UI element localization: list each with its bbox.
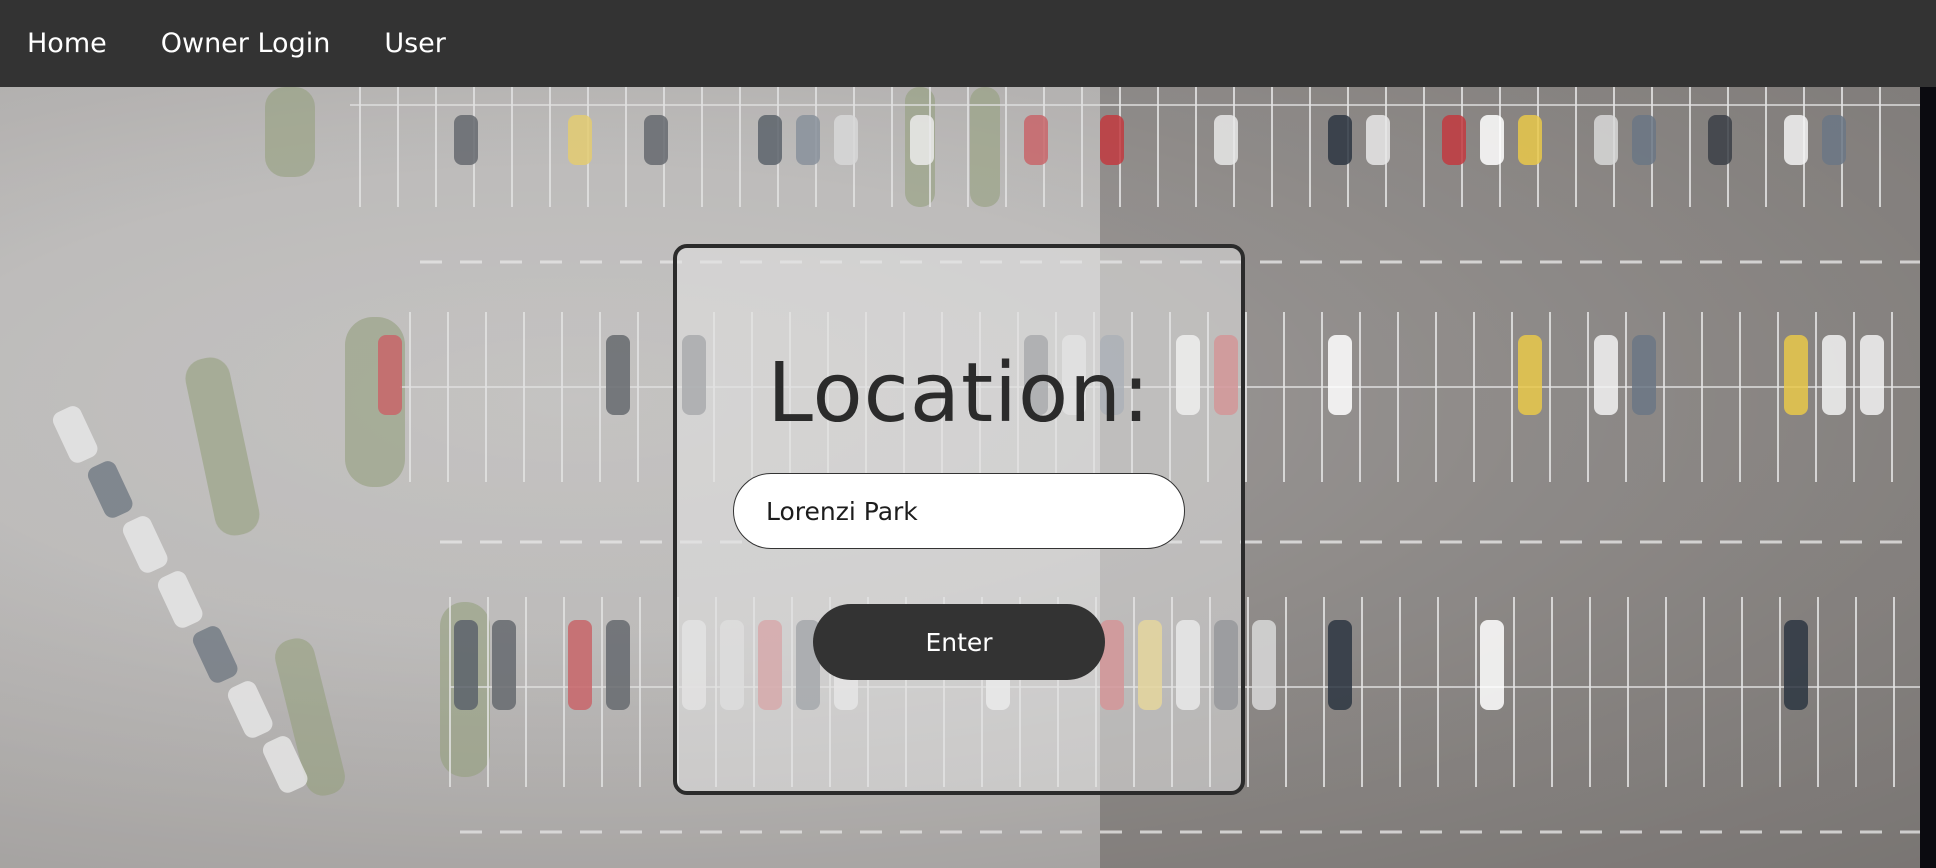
enter-button[interactable]: Enter: [813, 604, 1105, 680]
nav-owner-login-link[interactable]: Owner Login: [161, 28, 331, 59]
top-navbar: Home Owner Login User: [0, 0, 1936, 87]
location-card: Location: Enter: [673, 244, 1245, 795]
nav-user-link[interactable]: User: [384, 28, 446, 59]
location-title: Location:: [767, 346, 1151, 441]
nav-home-link[interactable]: Home: [27, 28, 107, 59]
right-edge-strip: [1920, 87, 1936, 868]
location-input[interactable]: [733, 473, 1185, 549]
